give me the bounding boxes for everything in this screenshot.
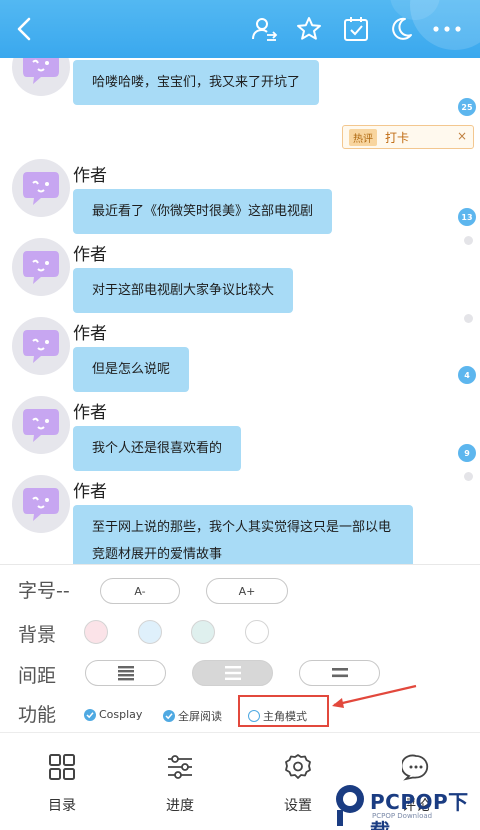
bg-swatch-pink[interactable] [84,620,108,644]
nav-catalog[interactable]: 目录 [22,753,102,815]
hot-comment-tag: 热评 [349,128,377,146]
top-bar [0,0,480,58]
author-name: 作者 [73,245,107,265]
avatar [12,58,70,96]
message-bubble: 对于这部电视剧大家争议比较大 [73,268,294,313]
font-decrease-button[interactable]: A- [100,578,180,604]
watermark: PCPOP下载 PCPOP Download [330,780,480,830]
chat-area[interactable]: 哈喽哈喽，宝宝们，我又来了开坑了 作者 最近看了《你微笑时很美》这部电视剧 作者… [0,58,480,564]
hot-comment-text: 打卡 [385,130,410,145]
function-label: 功能 [18,704,57,726]
comment-count-badge[interactable]: 13 [458,208,476,226]
bg-swatch-green[interactable] [191,620,215,644]
comment-dot[interactable] [464,472,473,481]
hot-comment-banner[interactable]: 热评 打卡 × [342,125,474,149]
fullscreen-label: 全屏阅读 [178,710,222,723]
author-name: 作者 [73,166,107,186]
avatar [12,238,70,296]
avatar [12,396,70,454]
gear-icon [285,754,311,779]
annotation-arrow-icon [332,684,417,708]
check-icon [163,710,175,722]
nav-progress[interactable]: 进度 [140,753,220,815]
spacing-medium-icon [224,666,241,680]
chat-icon [402,754,429,781]
comment-count-badge[interactable]: 25 [458,98,476,116]
bg-swatch-blue[interactable] [138,620,162,644]
sliders-icon [168,755,192,779]
nav-settings-label: 设置 [284,798,312,814]
spacing-medium-button[interactable] [192,660,273,686]
message-bubble: 我个人还是很喜欢看的 [73,426,242,471]
avatar [12,475,70,533]
comment-dot[interactable] [464,314,473,323]
author-name: 作者 [73,324,107,344]
annotation-highlight-box [238,695,329,727]
message-bubble: 至于网上说的那些，我个人其实觉得这只是一部以电竞题材展开的爱情故事 [73,505,413,564]
comment-count-badge[interactable]: 9 [458,444,476,462]
spacing-compact-button[interactable] [85,660,166,686]
font-increase-button[interactable]: A+ [206,578,288,604]
grid-icon [49,754,75,780]
nav-catalog-label: 目录 [48,798,76,814]
watermark-subtitle: PCPOP Download [372,812,433,820]
fullscreen-checkbox[interactable]: 全屏阅读 [163,708,222,724]
author-name: 作者 [73,482,107,502]
author-name: 作者 [73,403,107,423]
nav-progress-label: 进度 [166,798,194,814]
moon-icon[interactable] [386,14,416,44]
message-bubble: 最近看了《你微笑时很美》这部电视剧 [73,189,333,234]
background-label: 背景 [18,624,57,646]
avatar [12,159,70,217]
spacing-compact-icon [117,666,134,681]
message-bubble: 但是怎么说呢 [73,347,190,392]
check-icon [84,708,96,721]
spacing-loose-icon [331,668,348,678]
spacing-label: 间距 [18,665,57,687]
back-icon[interactable] [10,14,40,44]
close-icon[interactable]: × [457,129,467,143]
calendar-check-icon[interactable] [341,14,371,44]
bg-swatch-white[interactable] [245,620,269,644]
cosplay-label: Cosplay [99,708,143,721]
avatar [12,317,70,375]
user-transfer-icon[interactable] [249,14,279,44]
pcpop-logo-icon [336,785,364,826]
font-size-label: 字号-- [18,580,70,602]
comment-count-badge[interactable]: 4 [458,366,476,384]
message-bubble: 哈喽哈喽，宝宝们，我又来了开坑了 [73,60,320,105]
watermark-title: PCPOP下载 [370,790,469,830]
nav-settings[interactable]: 设置 [258,753,338,815]
star-icon[interactable] [294,14,324,44]
comment-dot[interactable] [464,236,473,245]
cosplay-checkbox[interactable]: Cosplay [84,708,142,721]
more-icon[interactable] [432,14,462,44]
